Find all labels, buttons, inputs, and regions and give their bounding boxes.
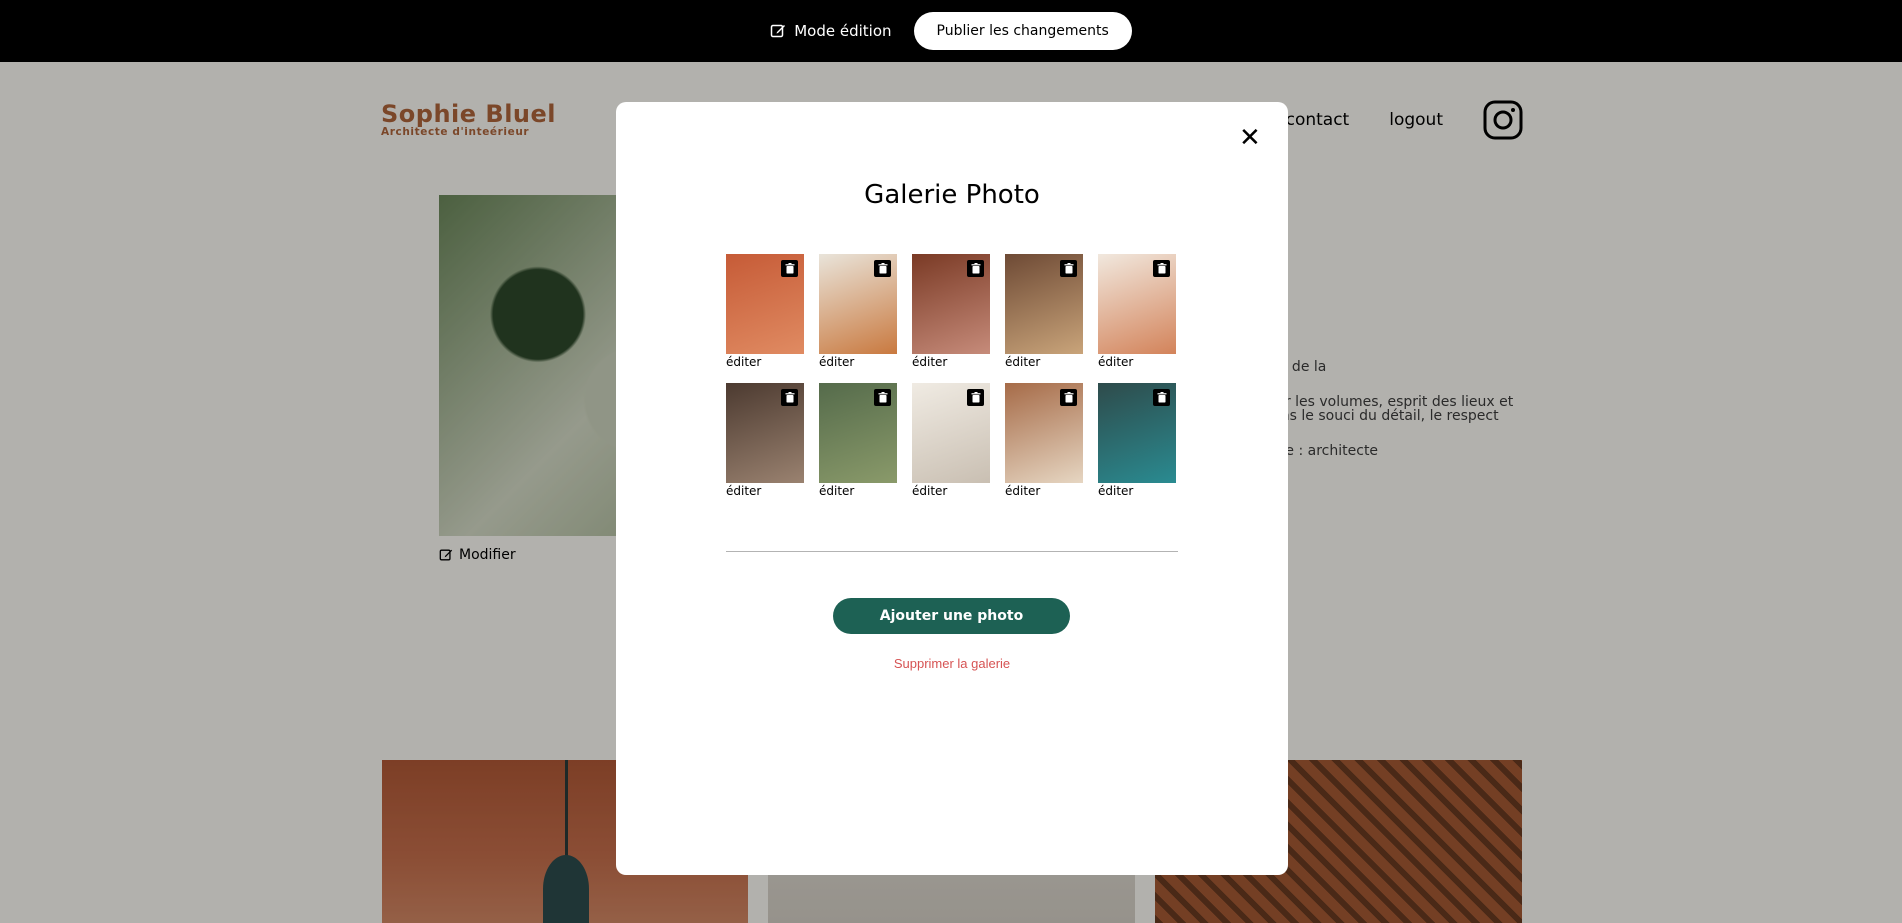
thumbnail-image-terracotta-bar bbox=[1005, 383, 1083, 483]
edit-mode-bar: Mode édition Publier les changements bbox=[0, 0, 1902, 62]
gallery-thumbnail: éditer bbox=[726, 383, 804, 498]
thumbnail-image-white-alcove bbox=[912, 383, 990, 483]
close-icon[interactable]: ✕ bbox=[1239, 125, 1261, 151]
gallery-thumbnail: éditer bbox=[819, 383, 897, 498]
edit-thumbnail-link[interactable]: éditer bbox=[819, 355, 897, 369]
divider bbox=[726, 551, 1178, 552]
thumbnail-image-blue-bar bbox=[1098, 383, 1176, 483]
add-photo-button[interactable]: Ajouter une photo bbox=[833, 598, 1070, 634]
trash-icon[interactable] bbox=[781, 260, 798, 277]
edit-mode-indicator: Mode édition bbox=[770, 22, 892, 40]
edit-mode-label: Mode édition bbox=[794, 22, 892, 40]
gallery-thumbnail: éditer bbox=[1098, 254, 1176, 369]
thumbnail-image-greenhouse-restaurant bbox=[912, 254, 990, 354]
gallery-thumbnail: éditer bbox=[1098, 383, 1176, 498]
trash-icon[interactable] bbox=[967, 389, 984, 406]
trash-icon[interactable] bbox=[1060, 389, 1077, 406]
gallery-thumbnail: éditer bbox=[819, 254, 897, 369]
edit-thumbnail-link[interactable]: éditer bbox=[819, 484, 897, 498]
trash-icon[interactable] bbox=[1060, 260, 1077, 277]
gallery-thumbnail: éditer bbox=[726, 254, 804, 369]
edit-thumbnail-link[interactable]: éditer bbox=[1098, 355, 1176, 369]
thumbnail-image-suspension-lamp bbox=[726, 254, 804, 354]
edit-icon bbox=[770, 24, 786, 38]
photo-gallery-modal: ✕ Galerie Photo éditer éditer éditer éditer… bbox=[616, 102, 1288, 875]
thumbnail-image-wooden-terrace bbox=[1005, 254, 1083, 354]
edit-thumbnail-link[interactable]: éditer bbox=[1005, 484, 1083, 498]
trash-icon[interactable] bbox=[874, 389, 891, 406]
delete-gallery-link[interactable]: Supprimer la galerie bbox=[616, 656, 1288, 671]
trash-icon[interactable] bbox=[1153, 260, 1170, 277]
thumbnail-image-green-lounge bbox=[819, 383, 897, 483]
edit-thumbnail-link[interactable]: éditer bbox=[912, 484, 990, 498]
gallery-thumbnail: éditer bbox=[1005, 383, 1083, 498]
gallery-thumbnail: éditer bbox=[912, 254, 990, 369]
modal-title: Galerie Photo bbox=[864, 180, 1040, 210]
edit-thumbnail-link[interactable]: éditer bbox=[1005, 355, 1083, 369]
trash-icon[interactable] bbox=[874, 260, 891, 277]
trash-icon[interactable] bbox=[1153, 389, 1170, 406]
thumbnail-image-wood-panel-kitchen bbox=[726, 383, 804, 483]
edit-thumbnail-link[interactable]: éditer bbox=[726, 484, 804, 498]
trash-icon[interactable] bbox=[967, 260, 984, 277]
trash-icon[interactable] bbox=[781, 389, 798, 406]
thumbnail-grid: éditer éditer éditer éditer éditer éditer édit… bbox=[726, 254, 1186, 498]
gallery-thumbnail: éditer bbox=[912, 383, 990, 498]
thumbnail-image-living-room bbox=[819, 254, 897, 354]
edit-thumbnail-link[interactable]: éditer bbox=[1098, 484, 1176, 498]
gallery-thumbnail: éditer bbox=[1005, 254, 1083, 369]
publish-changes-button[interactable]: Publier les changements bbox=[913, 12, 1132, 50]
edit-thumbnail-link[interactable]: éditer bbox=[912, 355, 990, 369]
edit-thumbnail-link[interactable]: éditer bbox=[726, 355, 804, 369]
thumbnail-image-arch-shapes bbox=[1098, 254, 1176, 354]
